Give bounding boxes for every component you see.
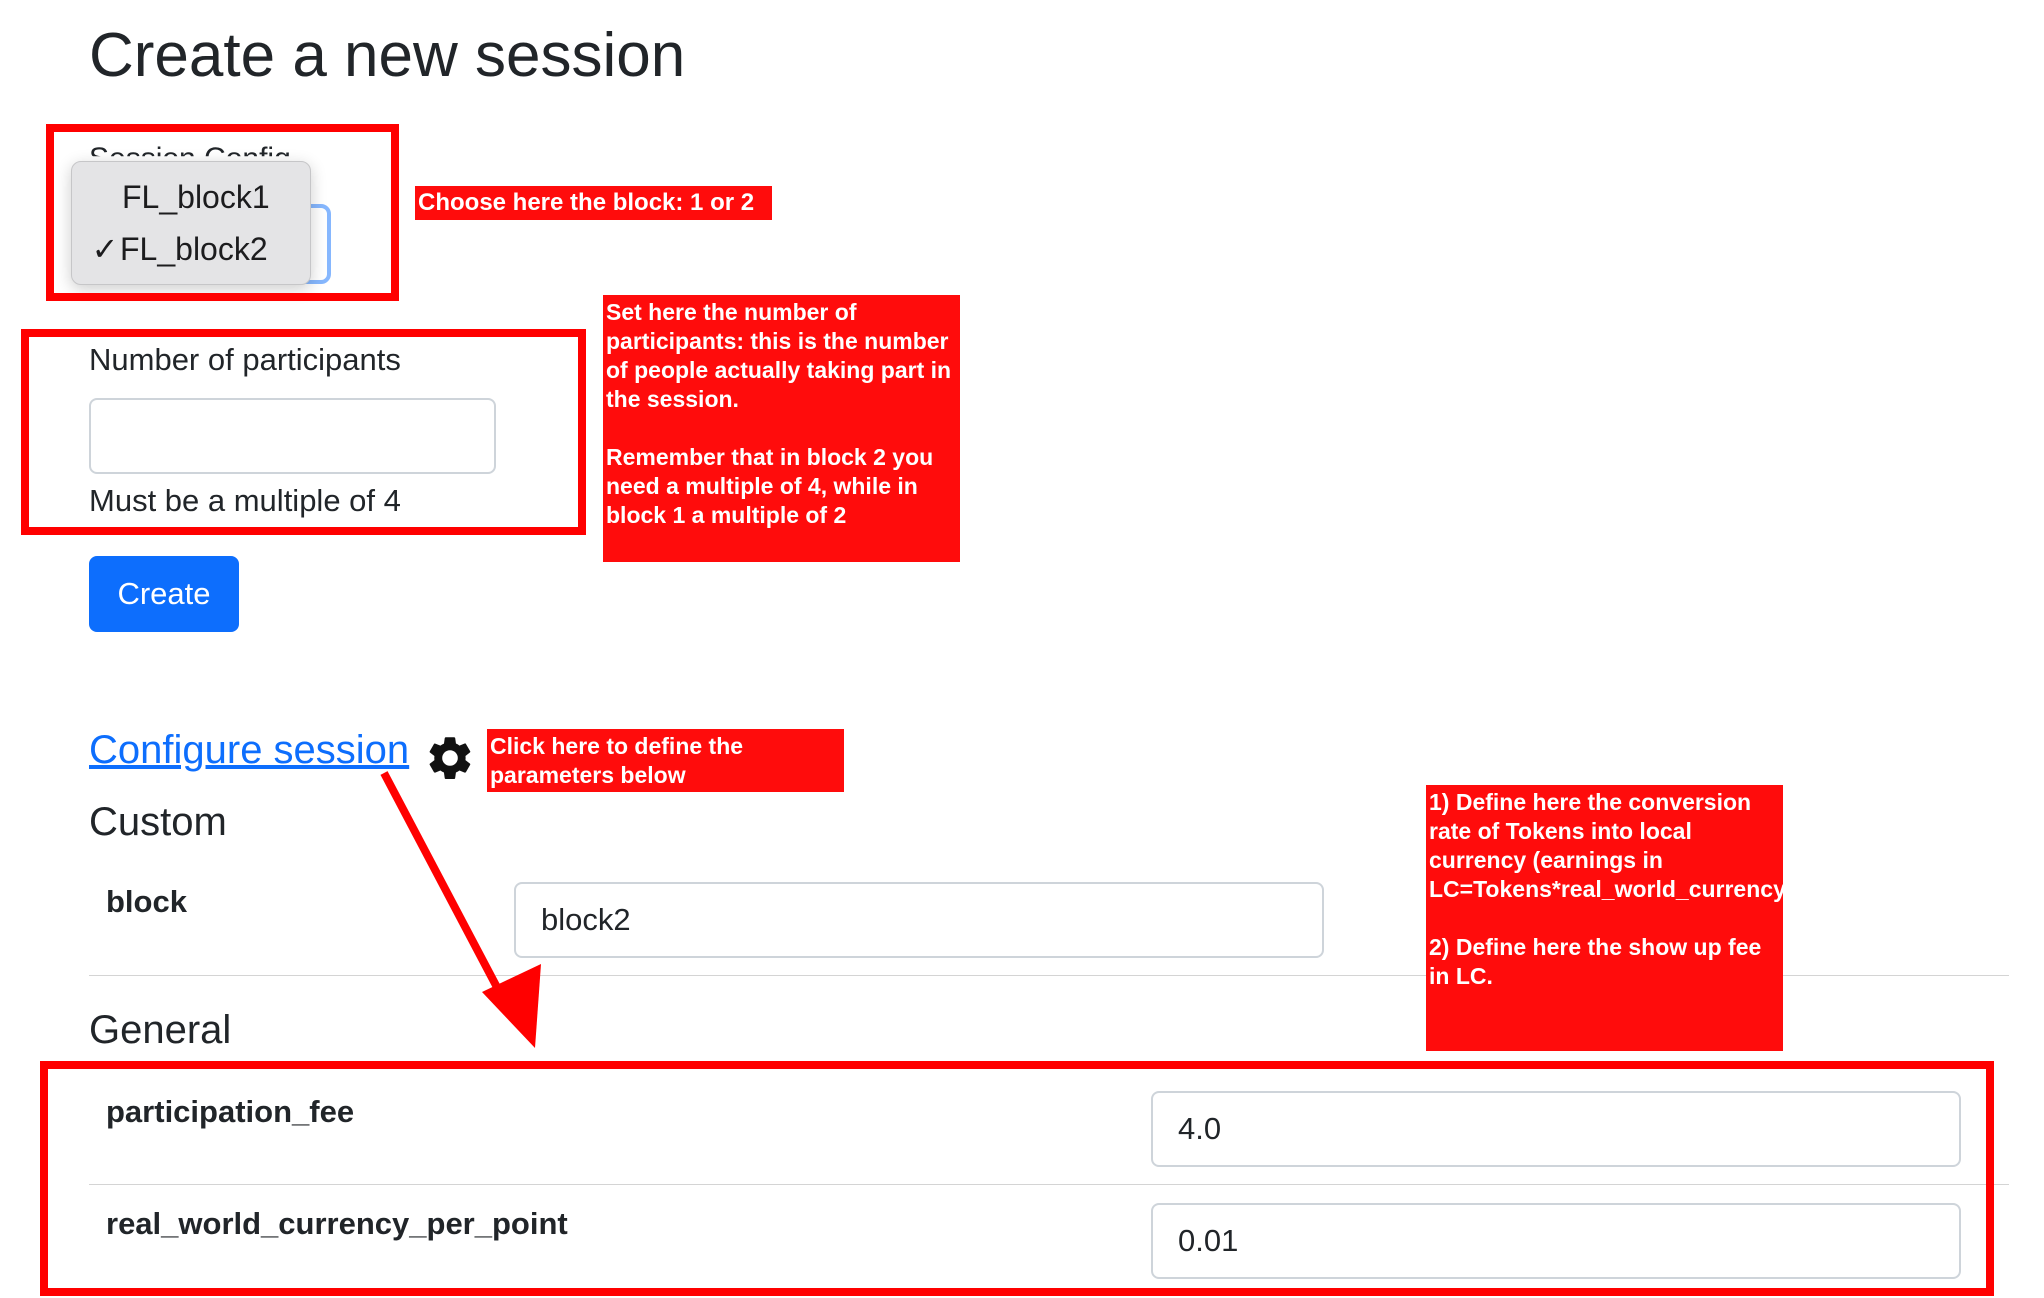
annotation-click-here: Click here to define the parameters belo… (487, 729, 844, 792)
annotation-box-general-params (40, 1061, 1994, 1296)
annotation-text: Choose here the block: 1 or 2 (418, 189, 755, 216)
annotation-participants-note: Set here the number of participants: thi… (603, 295, 960, 562)
param-label-block: block (106, 884, 187, 919)
annotation-text: 1) Define here the conversion rate of To… (1429, 789, 1918, 989)
gear-icon[interactable] (424, 732, 476, 784)
annotation-text: Click here to define the parameters belo… (490, 733, 750, 788)
annotation-box-session-config (46, 124, 399, 301)
configure-session-link[interactable]: Configure session (89, 728, 409, 773)
annotation-choose-block: Choose here the block: 1 or 2 (415, 186, 772, 220)
annotation-text: Set here the number of participants: thi… (606, 299, 952, 528)
general-heading: General (89, 1008, 232, 1052)
custom-heading: Custom (89, 800, 227, 844)
param-input-block[interactable] (514, 882, 1324, 958)
annotation-box-participants (21, 329, 586, 535)
annotation-conversion-note: 1) Define here the conversion rate of To… (1426, 785, 1918, 1051)
create-button[interactable]: Create (89, 556, 239, 632)
page-title: Create a new session (89, 21, 686, 90)
